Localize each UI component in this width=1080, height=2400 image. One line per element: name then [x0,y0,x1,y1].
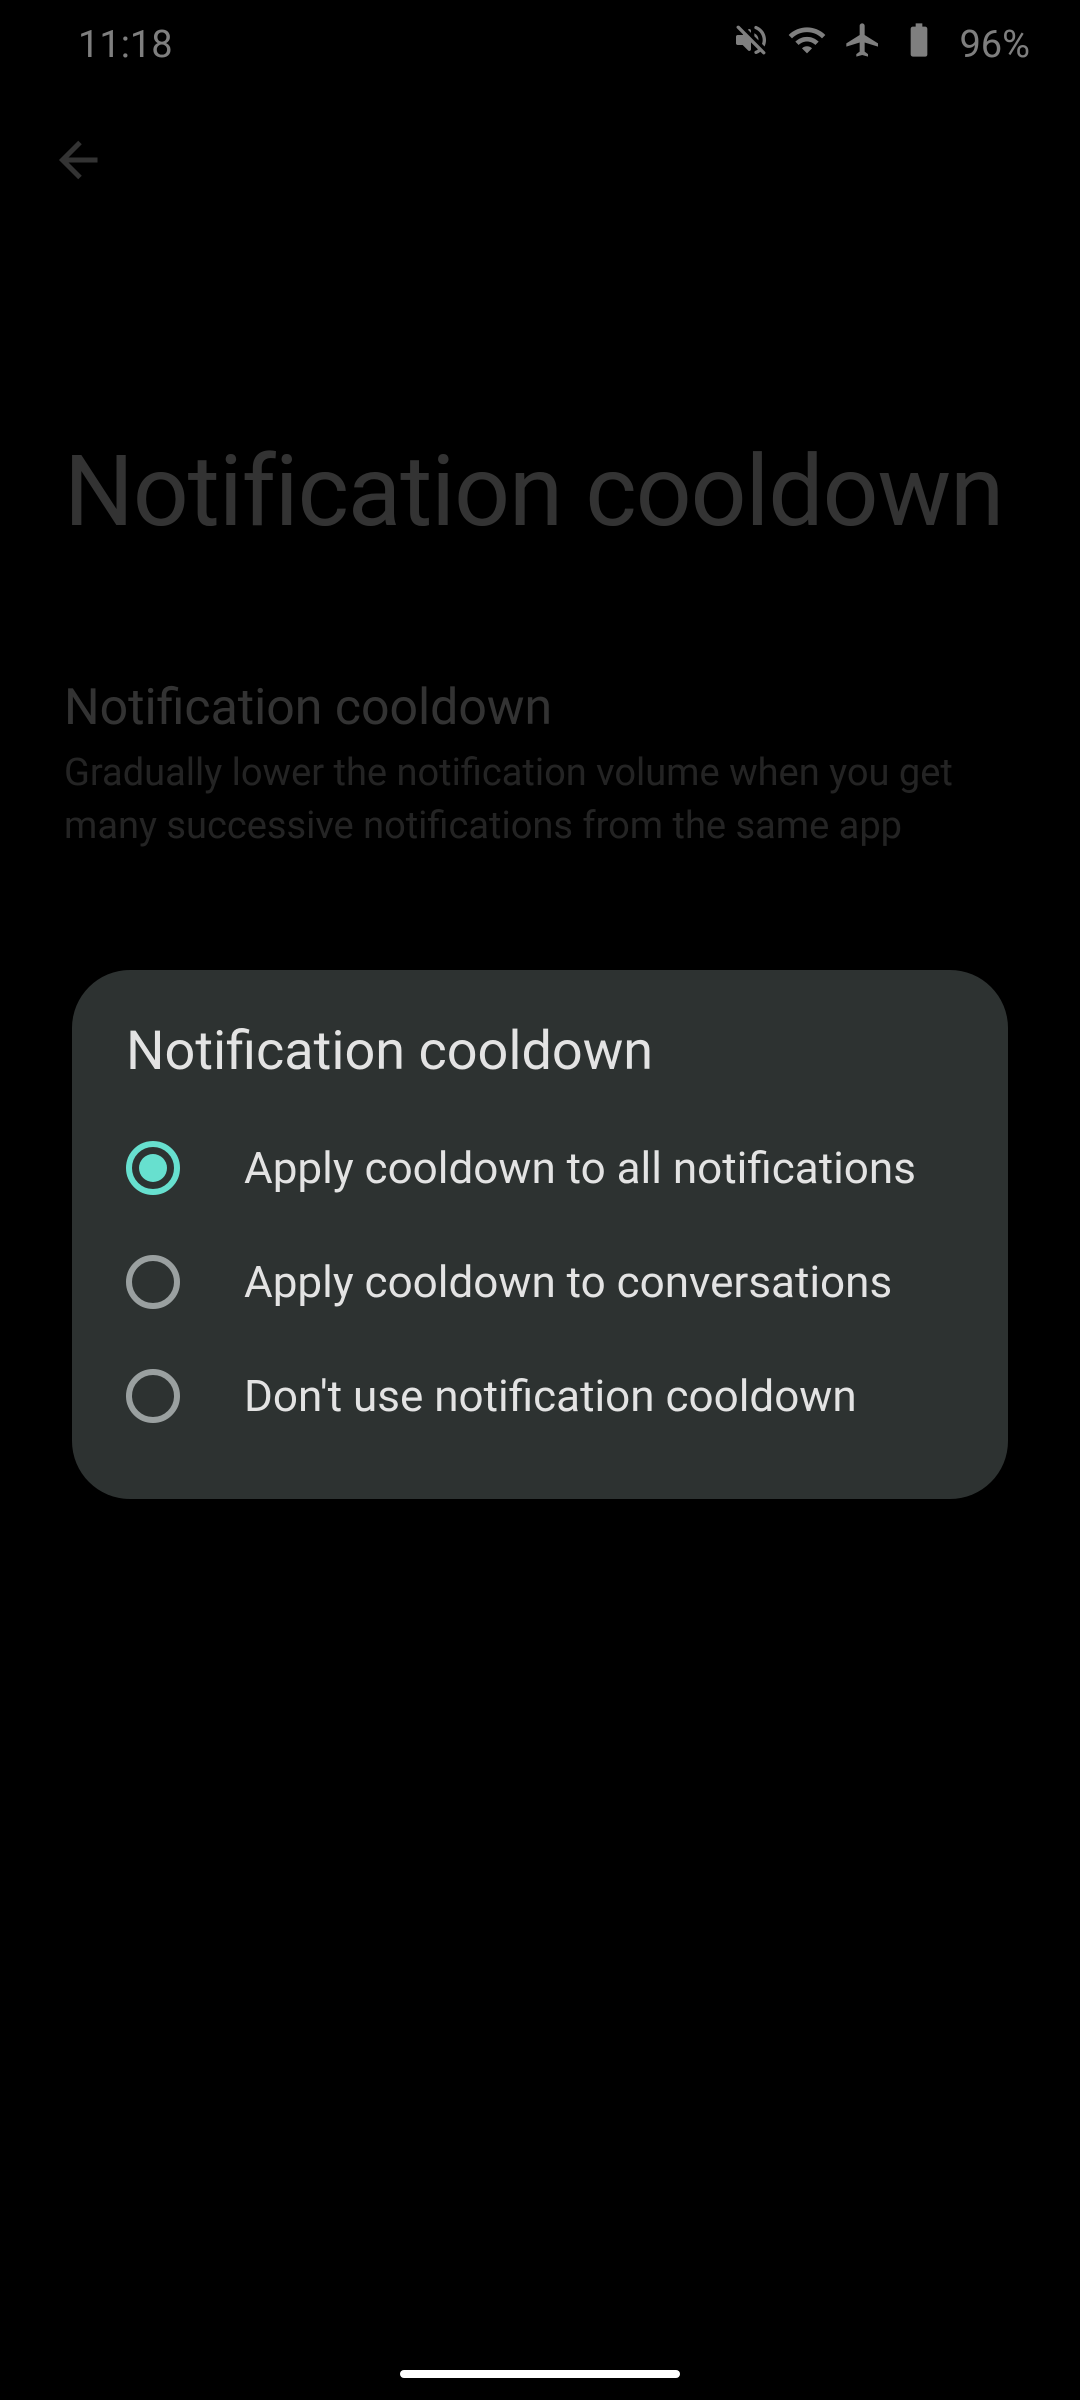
dialog-title: Notification cooldown [72,1020,1008,1111]
radio-label: Apply cooldown to conversations [244,1256,892,1308]
radio-unchecked-icon [126,1369,180,1423]
nav-handle[interactable] [400,2370,680,2378]
radio-option-all[interactable]: Apply cooldown to all notifications [72,1111,1008,1225]
dialog: Notification cooldown Apply cooldown to … [72,970,1008,1499]
radio-unchecked-icon [126,1255,180,1309]
radio-label: Don't use notification cooldown [244,1370,857,1422]
radio-option-none[interactable]: Don't use notification cooldown [72,1339,1008,1453]
radio-option-conversations[interactable]: Apply cooldown to conversations [72,1225,1008,1339]
radio-label: Apply cooldown to all notifications [244,1142,916,1194]
radio-checked-icon [126,1141,180,1195]
